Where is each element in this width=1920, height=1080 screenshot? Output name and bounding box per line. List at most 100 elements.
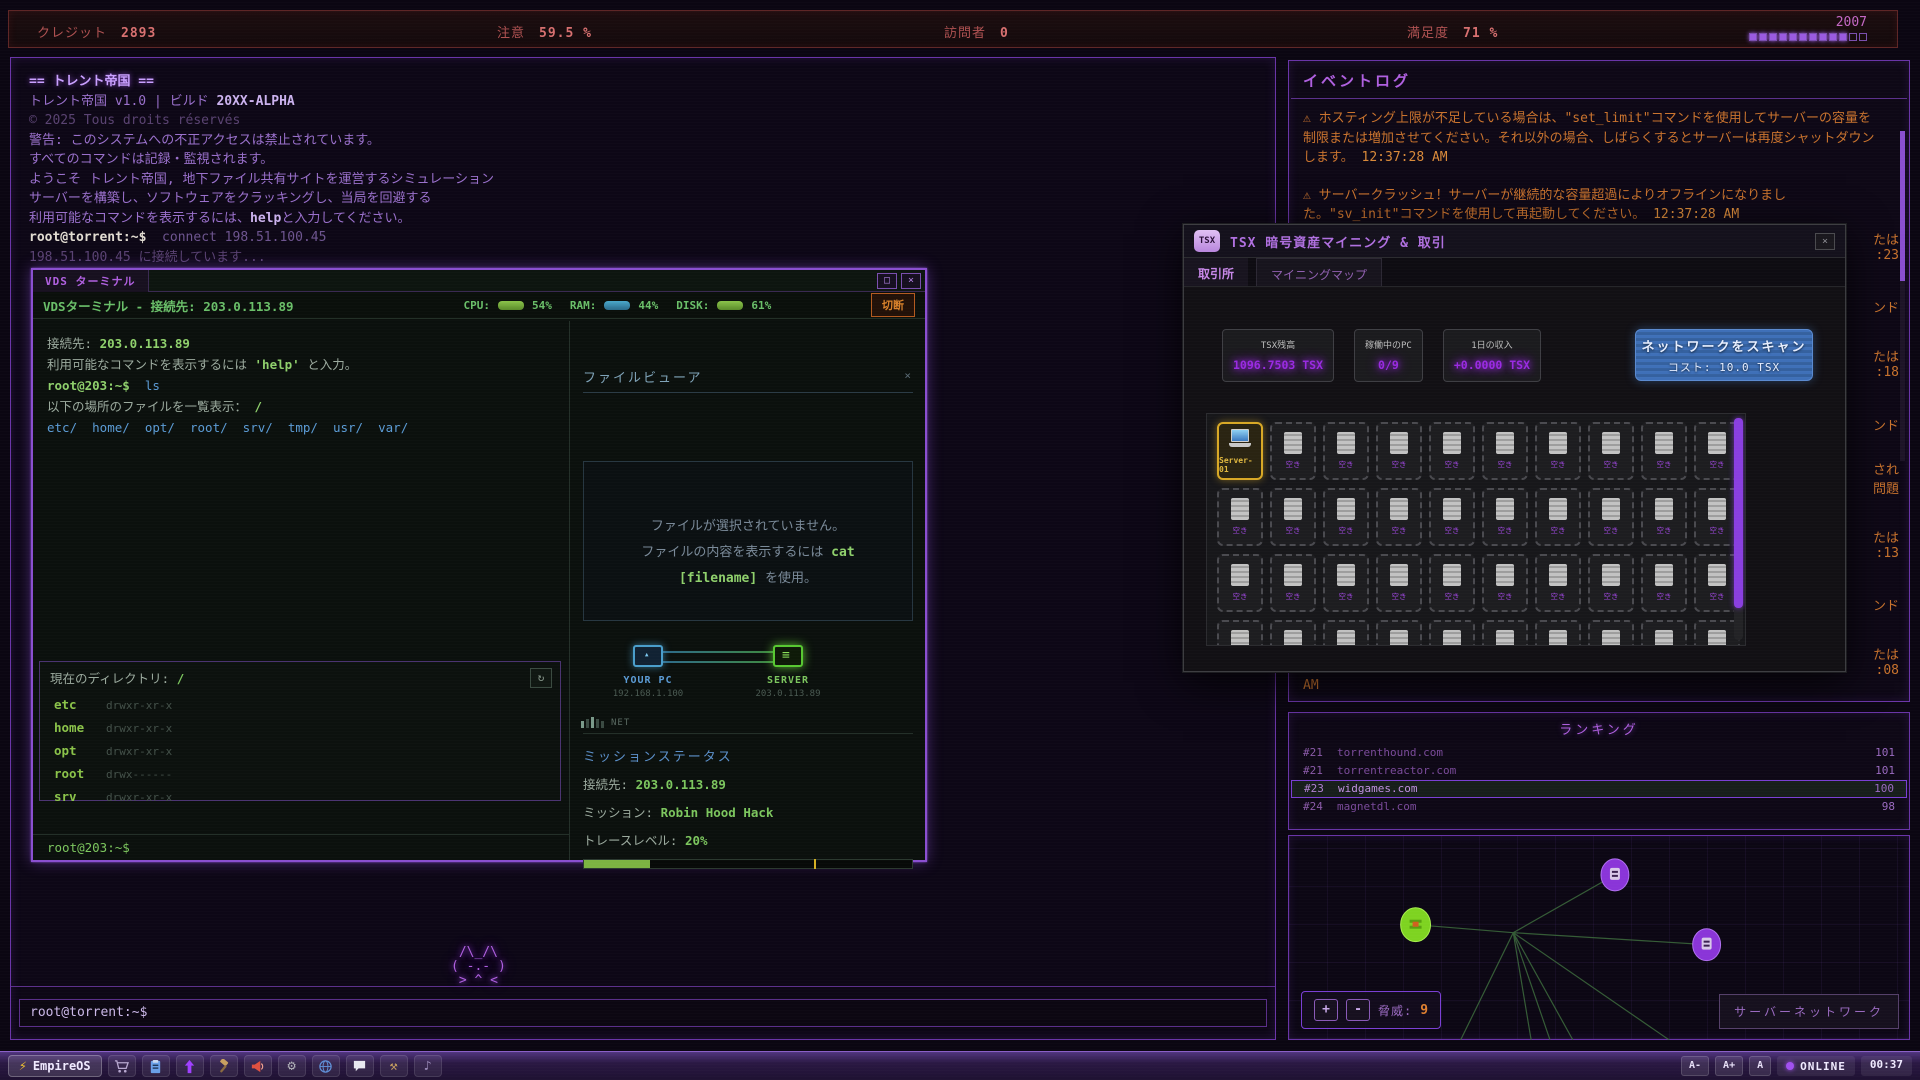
directory-row[interactable]: srvdrwxr-xr-x (40, 785, 560, 808)
server-cell-empty[interactable]: 空き (1376, 488, 1422, 546)
font-decrease-button[interactable]: A- (1681, 1056, 1709, 1076)
your-pc-ip: 192.168.1.100 (603, 689, 693, 699)
server-cell-empty[interactable]: 空き (1376, 620, 1422, 646)
server-cell-empty[interactable]: 空き (1482, 422, 1528, 480)
upgrade-arrow-icon[interactable] (176, 1055, 204, 1077)
graph-node-purple-2[interactable] (1693, 929, 1721, 961)
zoom-in-button[interactable]: + (1314, 999, 1338, 1021)
server-cell-empty[interactable]: 空き (1323, 620, 1369, 646)
scan-network-button[interactable]: ネットワークをスキャン コスト: 10.0 TSX (1635, 329, 1813, 381)
chat-icon[interactable] (346, 1055, 374, 1077)
server-cell-empty[interactable]: 空き (1270, 554, 1316, 612)
server-cell-empty[interactable]: 空き (1270, 422, 1316, 480)
satisfaction-value: 71 % (1463, 26, 1498, 41)
server-cell-empty[interactable]: 空き (1641, 422, 1687, 480)
server-cell-empty[interactable]: 空き (1217, 488, 1263, 546)
vds-statusbar: VDSターミナル - 接続先: 203.0.113.89 CPU: 54% RA… (33, 292, 925, 319)
vds-close-button[interactable]: × (901, 273, 921, 289)
graph-node-green[interactable] (1401, 908, 1431, 942)
server-grid-scrollbar[interactable] (1734, 418, 1743, 640)
server-cell-empty[interactable]: 空き (1429, 554, 1475, 612)
cart-icon[interactable] (108, 1055, 136, 1077)
zoom-out-button[interactable]: - (1346, 999, 1370, 1021)
server-cell-empty[interactable]: 空き (1588, 554, 1634, 612)
server-slot-icon (1390, 564, 1408, 586)
vds-prompt[interactable]: root@203:~$ (33, 834, 569, 860)
vds-titlebar[interactable]: VDS ターミナル □ × (33, 270, 925, 292)
vds-terminal-line: 利用可能なコマンドを表示するには 'help' と入力。 (47, 354, 408, 375)
megaphone-icon[interactable] (244, 1055, 272, 1077)
laptop-icon (1229, 429, 1251, 451)
server-slot-icon (1655, 432, 1673, 454)
tsx-titlebar[interactable]: TSX TSX 暗号資産マイニング & 取引 × (1184, 225, 1845, 258)
font-increase-button[interactable]: A+ (1715, 1056, 1743, 1076)
directory-row[interactable]: etcdrwxr-xr-x (40, 693, 560, 716)
hammer-icon[interactable] (210, 1055, 238, 1077)
server-grid-scroll-thumb[interactable] (1734, 418, 1743, 608)
refresh-icon[interactable]: ↻ (530, 668, 552, 688)
server-cell-empty[interactable]: 空き (1482, 488, 1528, 546)
graph-node-purple-1[interactable] (1601, 859, 1629, 891)
server-cell-empty[interactable]: 空き (1482, 620, 1528, 646)
server-cell-empty[interactable]: 空き (1641, 554, 1687, 612)
directory-row[interactable]: homedrwxr-xr-x (40, 716, 560, 739)
server-cell-empty[interactable]: 空き (1270, 620, 1316, 646)
file-viewer-close-icon[interactable]: × (904, 369, 913, 382)
clipboard-icon[interactable] (142, 1055, 170, 1077)
vds-maximize-button[interactable]: □ (877, 273, 897, 289)
tab-exchange[interactable]: 取引所 (1184, 258, 1248, 286)
graph-controls: + - 脅威: 9 (1301, 991, 1441, 1029)
server-slot-icon (1655, 498, 1673, 520)
server-cell-empty[interactable]: 空き (1588, 488, 1634, 546)
server-cell-empty[interactable]: 空き (1270, 488, 1316, 546)
server-slot-icon (1655, 564, 1673, 586)
your-pc-icon (633, 645, 663, 667)
server-cell-empty[interactable]: 空き (1323, 488, 1369, 546)
server-cell-empty[interactable]: 空き (1376, 554, 1422, 612)
vds-window-tab[interactable]: VDS ターミナル (33, 270, 149, 292)
event-log-scrollbar[interactable] (1900, 131, 1905, 461)
pickaxe-icon[interactable]: ⚒ (380, 1055, 408, 1077)
server-slot-icon (1549, 498, 1567, 520)
disconnect-button[interactable]: 切断 (871, 293, 915, 317)
server-cell-empty[interactable]: 空き (1429, 488, 1475, 546)
gear-icon[interactable]: ⚙ (278, 1055, 306, 1077)
tab-mining-map[interactable]: マイニングマップ (1256, 258, 1382, 286)
server-cell-empty[interactable]: 空き (1217, 554, 1263, 612)
font-reset-button[interactable]: A (1749, 1056, 1771, 1076)
stat-box: 1日の収入+0.0000 TSX (1443, 329, 1541, 382)
server-cell-empty[interactable]: 空き (1376, 422, 1422, 480)
server-cell-server-01[interactable]: Server-01 (1217, 422, 1263, 480)
command-input[interactable]: root@torrent:~$ (19, 999, 1267, 1027)
server-cell-empty[interactable]: 空き (1535, 554, 1581, 612)
globe-icon[interactable] (312, 1055, 340, 1077)
server-cell-empty[interactable]: 空き (1588, 620, 1634, 646)
music-icon[interactable]: ♪ (414, 1055, 442, 1077)
taskbar-right: A- A+ A ONLINE 00:37 (1681, 1056, 1912, 1076)
event-log-scroll-thumb[interactable] (1900, 131, 1905, 281)
server-cell-empty[interactable]: 空き (1323, 422, 1369, 480)
ranking-row[interactable]: #21torrentreactor.com101 (1289, 762, 1909, 780)
tsx-close-button[interactable]: × (1815, 233, 1835, 250)
server-cell-empty[interactable]: 空き (1482, 554, 1528, 612)
server-cell-empty[interactable]: 空き (1429, 620, 1475, 646)
ranking-row[interactable]: #23widgames.com100 (1291, 780, 1907, 798)
ranking-row[interactable]: #21torrenthound.com101 (1289, 744, 1909, 762)
threat-label: 脅威: (1378, 1002, 1412, 1019)
event-fragment: ンド (1873, 297, 1899, 316)
server-cell-empty[interactable]: 空き (1535, 422, 1581, 480)
server-cell-empty[interactable]: 空き (1535, 620, 1581, 646)
directory-row[interactable]: optdrwxr-xr-x (40, 739, 560, 762)
server-cell-empty[interactable]: 空き (1217, 620, 1263, 646)
server-cell-empty[interactable]: 空き (1429, 422, 1475, 480)
empireos-start-button[interactable]: ⚡ EmpireOS (8, 1055, 102, 1077)
server-slot-icon (1443, 630, 1461, 646)
directory-title: 現在のディレクトリ: / (40, 662, 560, 693)
server-cell-empty[interactable]: 空き (1535, 488, 1581, 546)
directory-row[interactable]: rootdrwx------ (40, 762, 560, 785)
ranking-row[interactable]: #24magnetdl.com98 (1289, 798, 1909, 816)
server-cell-empty[interactable]: 空き (1641, 620, 1687, 646)
server-cell-empty[interactable]: 空き (1588, 422, 1634, 480)
server-cell-empty[interactable]: 空き (1641, 488, 1687, 546)
server-cell-empty[interactable]: 空き (1323, 554, 1369, 612)
